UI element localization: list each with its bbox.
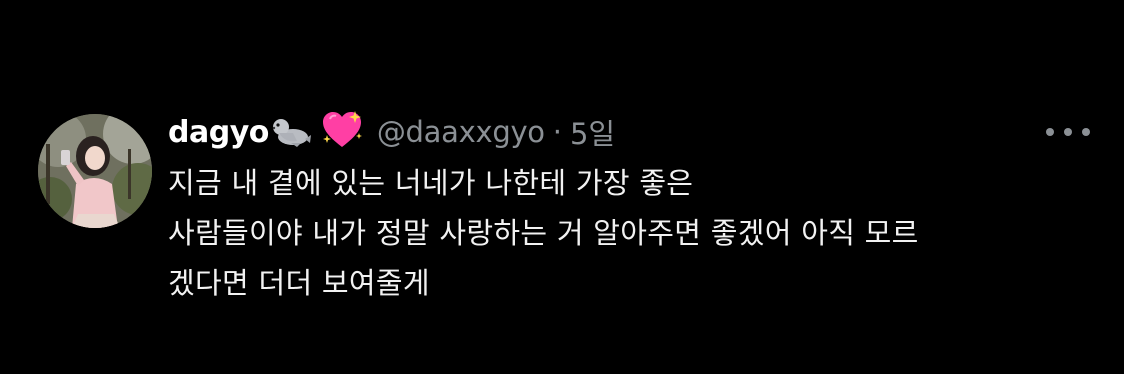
more-dot: [1064, 128, 1072, 136]
avatar[interactable]: [38, 114, 152, 228]
avatar-photo: [38, 114, 152, 228]
tweet-text-line: 겠다면 더더 보여줄게: [168, 266, 430, 300]
tweet-header: dagyo @daaxxgyo · 5일: [168, 110, 1098, 154]
tweet-text: 지금 내 곁에 있는 너네가 나한테 가장 좋은 사람들이야 내가 정말 사랑하…: [168, 158, 1098, 308]
separator-dot: ·: [552, 115, 562, 149]
tweet-content: dagyo @daaxxgyo · 5일 지금 내 곁에 있는 너네가 나한테 …: [168, 110, 1098, 308]
tweet-text-line: 사람들이야 내가 정말 사랑하는 거 알아주면 좋겠어 아직 모르: [168, 216, 919, 250]
timestamp[interactable]: 5일: [570, 111, 615, 153]
tweet[interactable]: dagyo @daaxxgyo · 5일 지금 내 곁에 있는 너네가 나한테 …: [38, 110, 1098, 310]
more-dot: [1082, 128, 1090, 136]
sparkling-heart-emoji: [321, 111, 363, 153]
display-name[interactable]: dagyo: [168, 115, 269, 150]
more-horizontal-icon[interactable]: [1046, 116, 1090, 148]
seal-emoji: [271, 113, 311, 151]
more-dot: [1046, 128, 1054, 136]
handle[interactable]: @daaxxgyo: [377, 115, 545, 149]
tweet-text-line: 지금 내 곁에 있는 너네가 나한테 가장 좋은: [168, 166, 694, 200]
